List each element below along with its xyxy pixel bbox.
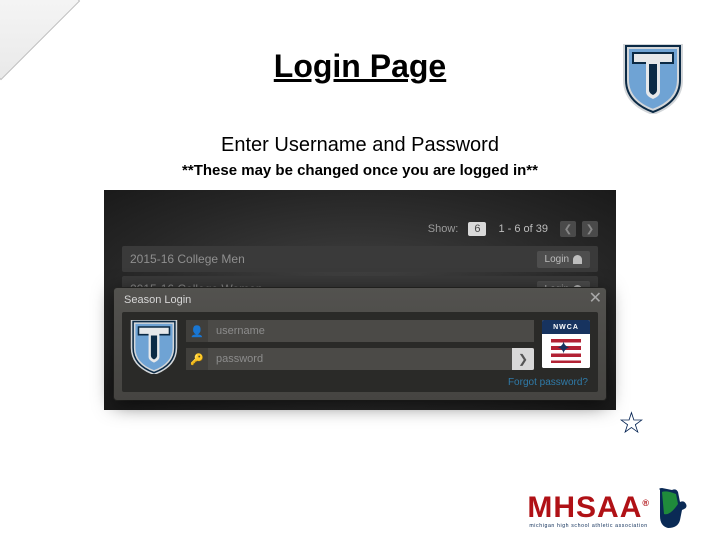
nwca-label: NWCA <box>542 320 590 334</box>
nwca-logo: NWCA <box>542 320 590 368</box>
mhsaa-text: MHSAA <box>527 491 642 524</box>
mhsaa-subtext: michigan high school athletic associatio… <box>529 523 647 529</box>
trackwrestling-shield-icon <box>130 320 178 368</box>
prev-page-button[interactable]: ❮ <box>560 221 576 237</box>
row-login-button[interactable]: Login <box>537 251 590 268</box>
page-title: Login Page <box>0 48 720 85</box>
password-field[interactable]: 🔑 password <box>186 348 534 370</box>
username-placeholder[interactable]: username <box>208 320 534 342</box>
user-icon: 👤 <box>186 320 208 342</box>
flag-icon <box>551 339 581 363</box>
forgot-password-link[interactable]: Forgot password? <box>508 377 588 388</box>
key-icon: 🔑 <box>186 348 208 370</box>
per-page-select[interactable]: 6 <box>468 222 486 236</box>
season-login-modal: Season Login ✕ NWCA 👤 use <box>114 288 606 400</box>
range-text: 1 - 6 of 39 <box>492 223 554 235</box>
app-screenshot: Show: 6 1 - 6 of 39 ❮ ❯ 2015-16 College … <box>104 190 616 410</box>
trackwrestling-shield-icon <box>622 44 684 114</box>
mhsaa-logo: MHSAA® michigan high school athletic ass… <box>527 486 690 530</box>
michigan-icon <box>654 486 690 530</box>
next-page-button[interactable]: ❯ <box>582 221 598 237</box>
username-field[interactable]: 👤 username <box>186 320 534 342</box>
season-row[interactable]: 2015-16 College Men Login <box>122 246 598 272</box>
password-placeholder[interactable]: password <box>208 348 534 370</box>
season-row-label: 2015-16 College Men <box>130 252 245 266</box>
page-note: **These may be changed once you are logg… <box>0 162 720 179</box>
page-subtitle: Enter Username and Password <box>0 134 720 157</box>
close-icon[interactable]: ✕ <box>589 288 602 308</box>
modal-title: Season Login <box>124 294 191 306</box>
person-icon <box>573 255 582 264</box>
submit-login-button[interactable]: ❯ <box>512 348 534 370</box>
show-label: Show: <box>428 223 459 235</box>
star-icon: ☆ <box>618 406 645 441</box>
